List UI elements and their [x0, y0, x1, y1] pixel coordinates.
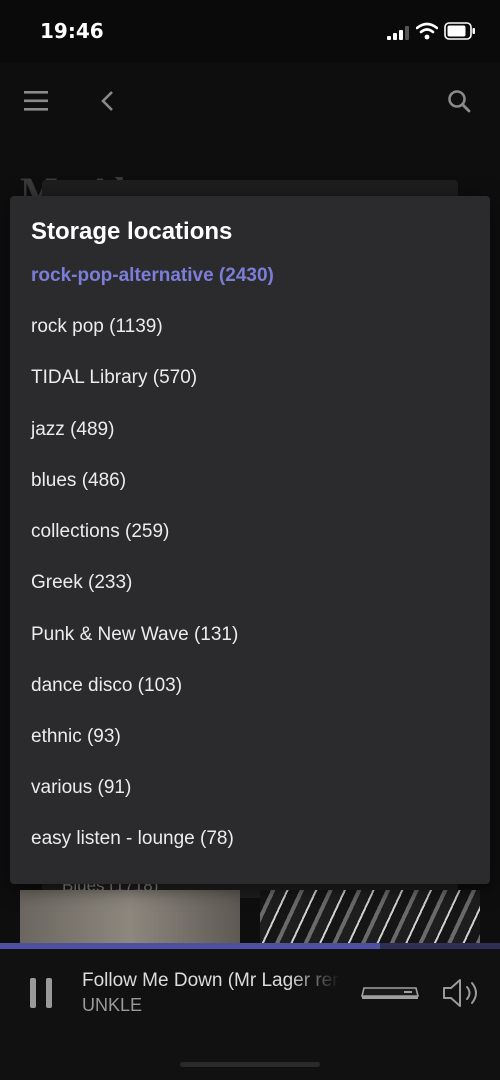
battery-icon [444, 22, 475, 40]
track-title[interactable]: Follow Me Down (Mr Lager remix) [82, 970, 340, 992]
signal-icon [387, 26, 409, 40]
volume-icon[interactable] [440, 977, 482, 1009]
storage-location-item[interactable]: various (91) [10, 762, 490, 813]
storage-location-item[interactable]: TIDAL Library (570) [10, 352, 490, 403]
search-icon[interactable] [446, 88, 472, 114]
storage-location-item[interactable]: dance disco (103) [10, 660, 490, 711]
storage-location-item[interactable]: Greek (233) [10, 557, 490, 608]
storage-location-item[interactable]: blues (486) [10, 455, 490, 506]
status-bar: 19:46 [0, 0, 500, 62]
storage-location-item[interactable]: collections (259) [10, 506, 490, 557]
storage-location-item[interactable]: ethnic (93) [10, 711, 490, 762]
storage-location-item[interactable]: rock pop (1139) [10, 301, 490, 352]
album-cover[interactable] [20, 890, 240, 948]
popup-title: Storage locations [31, 218, 233, 245]
storage-locations-popup: Storage locations rock-pop-alternative (… [10, 196, 490, 884]
now-playing-bar [0, 949, 500, 1080]
menu-icon[interactable] [22, 88, 50, 114]
storage-location-item[interactable]: Punk & New Wave (131) [10, 609, 490, 660]
track-artist: UNKLE [82, 995, 143, 1015]
status-time: 19:46 [40, 19, 104, 43]
pause-icon[interactable] [28, 976, 54, 1010]
wifi-icon [416, 22, 438, 40]
device-icon[interactable] [360, 984, 420, 1002]
storage-location-item[interactable]: easy listen - lounge (78) [10, 813, 490, 864]
home-indicator [180, 1062, 320, 1067]
back-icon[interactable] [96, 88, 118, 114]
storage-location-item[interactable]: rock-pop-alternative (2430) [10, 250, 490, 301]
storage-location-item[interactable]: jazz (489) [10, 404, 490, 455]
album-cover[interactable] [260, 890, 480, 948]
